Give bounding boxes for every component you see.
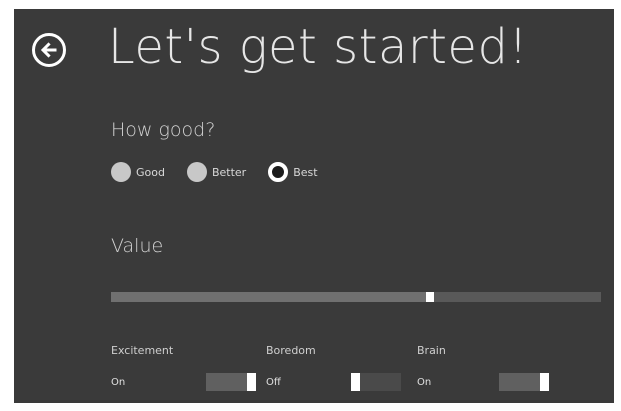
radio-good[interactable]: Good bbox=[111, 162, 165, 182]
toggle-brain-state: On bbox=[417, 376, 432, 388]
radio-good-circle[interactable] bbox=[111, 162, 131, 182]
toggle-brain-switch[interactable] bbox=[499, 373, 549, 391]
quality-radio-group: Good Better Best bbox=[111, 162, 340, 182]
radio-best-circle[interactable] bbox=[268, 162, 289, 182]
toggle-brain: Brain On bbox=[417, 344, 562, 391]
value-slider-fill bbox=[111, 292, 430, 302]
app-panel: Let's get started! How good? Good Better… bbox=[14, 9, 614, 403]
value-slider[interactable] bbox=[111, 292, 601, 302]
toggle-boredom-row: Off bbox=[266, 373, 411, 391]
radio-better[interactable]: Better bbox=[186, 162, 247, 182]
toggle-brain-label: Brain bbox=[417, 344, 446, 357]
radio-best[interactable]: Best bbox=[268, 162, 318, 182]
toggle-brain-knob bbox=[540, 373, 549, 391]
toggle-brain-row: On bbox=[417, 373, 562, 391]
radio-best-label: Best bbox=[293, 165, 318, 179]
radio-better-label: Better bbox=[211, 165, 247, 179]
value-slider-thumb[interactable] bbox=[425, 292, 434, 302]
toggle-boredom-label: Boredom bbox=[266, 344, 316, 357]
toggle-excitement-knob bbox=[247, 373, 256, 391]
back-button[interactable] bbox=[32, 33, 66, 67]
toggle-excitement-switch[interactable] bbox=[206, 373, 256, 391]
back-arrow-icon bbox=[40, 42, 57, 58]
toggle-boredom-state: Off bbox=[266, 376, 281, 388]
page-title: Let's get started! bbox=[108, 19, 529, 75]
toggle-excitement-label: Excitement bbox=[111, 344, 174, 357]
toggle-boredom-switch[interactable] bbox=[351, 373, 401, 391]
toggle-excitement-row: On bbox=[111, 373, 256, 391]
toggle-boredom-knob bbox=[351, 373, 360, 391]
toggle-excitement-state: On bbox=[111, 376, 126, 388]
toggle-excitement: Excitement On bbox=[111, 344, 256, 391]
value-label: Value bbox=[111, 235, 164, 257]
radio-better-circle[interactable] bbox=[186, 162, 207, 182]
toggle-boredom: Boredom Off bbox=[266, 344, 411, 391]
quality-label: How good? bbox=[111, 119, 216, 141]
radio-good-label: Good bbox=[136, 165, 165, 179]
